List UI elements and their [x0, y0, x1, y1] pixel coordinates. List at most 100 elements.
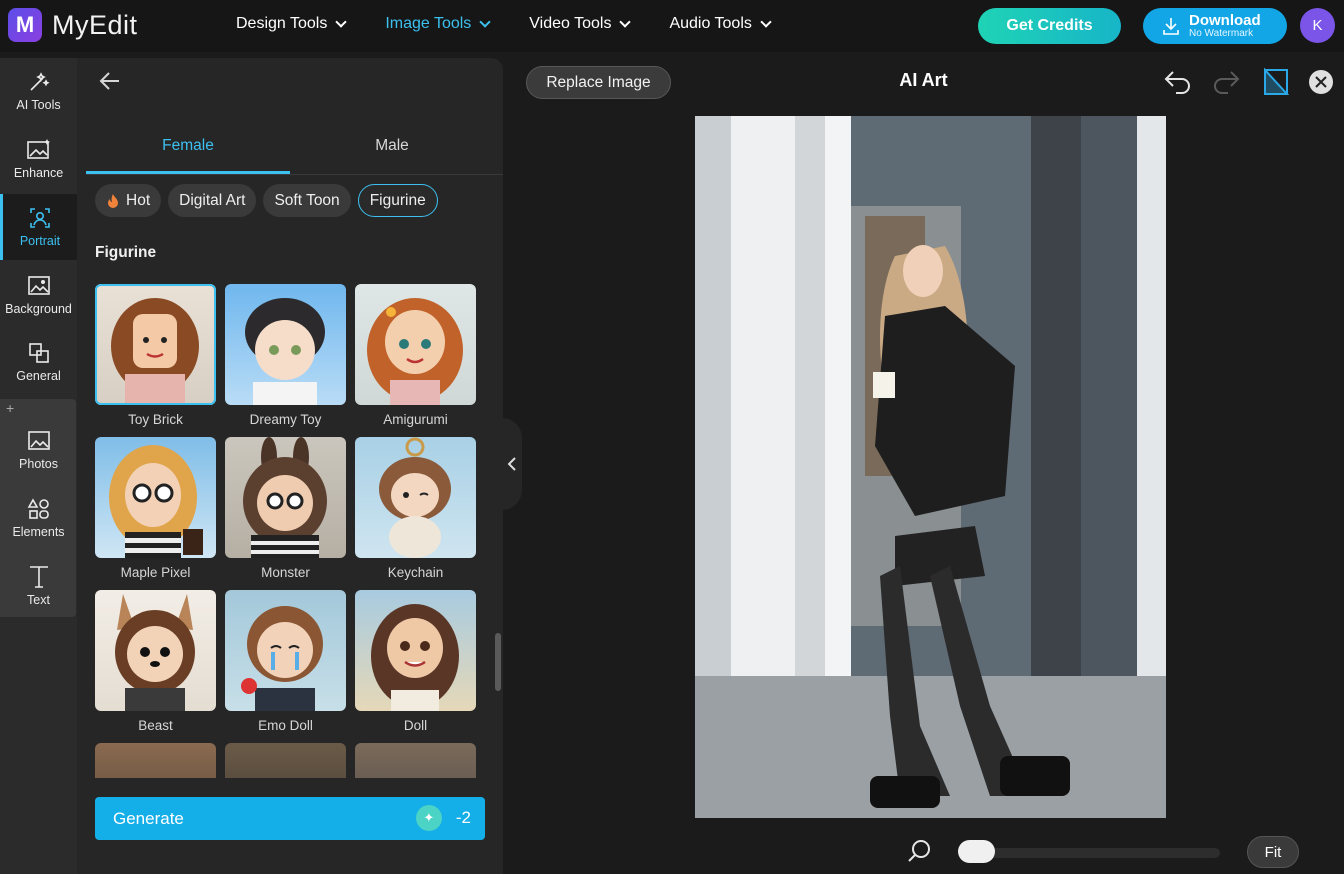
download-button[interactable]: Download No Watermark: [1143, 8, 1287, 44]
style-thumbnail: [95, 743, 216, 778]
style-card-toy-brick[interactable]: Toy Brick: [95, 284, 216, 427]
chip-soft-toon[interactable]: Soft Toon: [263, 184, 351, 217]
portrait-photo: [695, 116, 1166, 818]
get-credits-button[interactable]: Get Credits: [978, 8, 1121, 44]
section-title: Figurine: [95, 244, 157, 261]
undo-icon[interactable]: [1163, 68, 1193, 96]
rail-elements[interactable]: Elements: [0, 485, 77, 551]
nav-image-tools[interactable]: Image Tools: [385, 15, 491, 33]
elements-icon: [27, 498, 49, 519]
generate-label: Generate: [113, 808, 184, 828]
tab-female[interactable]: Female: [86, 130, 290, 174]
style-thumbnail: [225, 284, 346, 405]
rail-label: Portrait: [19, 234, 61, 248]
logo-icon: M: [8, 8, 42, 42]
user-avatar[interactable]: K: [1300, 8, 1335, 43]
compare-icon[interactable]: [1263, 68, 1289, 96]
style-card-partial[interactable]: [225, 743, 346, 778]
rail-label: Background: [5, 302, 72, 316]
style-thumbnail: [355, 590, 476, 711]
style-card-beast[interactable]: Beast: [95, 590, 216, 733]
nav-design-tools[interactable]: Design Tools: [236, 15, 347, 33]
panel-scrollbar[interactable]: [495, 633, 501, 691]
rail-background[interactable]: Background: [0, 262, 77, 328]
zoom-slider-track[interactable]: [958, 848, 1220, 858]
style-card-emo-doll[interactable]: Emo Doll: [225, 590, 346, 733]
style-panel: Female Male Hot Digital Art Soft Toon Fi…: [77, 58, 503, 874]
chevron-left-icon: [507, 457, 516, 471]
rail-label: Photos: [19, 457, 58, 471]
download-icon: [1163, 18, 1179, 35]
rail-label: Elements: [12, 525, 65, 539]
rail-portrait[interactable]: Portrait: [0, 194, 77, 260]
collapse-panel-button[interactable]: [502, 418, 522, 510]
maple-pixel-image: [109, 445, 203, 558]
style-label: Monster: [261, 565, 310, 580]
app-logo[interactable]: M MyEdit: [8, 8, 138, 42]
style-card-dreamy-toy[interactable]: Dreamy Toy: [225, 284, 346, 427]
chip-digital-art[interactable]: Digital Art: [168, 184, 257, 217]
style-thumbnail: [95, 437, 216, 558]
style-thumbnail: [355, 437, 476, 558]
zoom-search-icon[interactable]: [906, 838, 932, 864]
photos-icon: [27, 431, 50, 450]
rail-text[interactable]: Text: [0, 552, 77, 618]
canvas-image[interactable]: [695, 116, 1166, 818]
style-thumbnail: [95, 284, 216, 405]
style-card-keychain[interactable]: Keychain: [355, 437, 476, 580]
top-bar: M MyEdit Design Tools Image Tools Video …: [0, 0, 1344, 52]
close-button[interactable]: [1309, 70, 1333, 94]
style-label: Emo Doll: [258, 718, 313, 733]
style-card-partial[interactable]: [355, 743, 476, 778]
style-card-maple-pixel[interactable]: Maple Pixel: [95, 437, 216, 580]
category-chips: Hot Digital Art Soft Toon Figurine: [95, 184, 438, 217]
redo-icon[interactable]: [1211, 68, 1241, 96]
keychain-image: [379, 437, 451, 558]
rail-label: General: [16, 369, 61, 383]
style-card-partial[interactable]: [95, 743, 216, 778]
style-thumbnail: [355, 743, 476, 778]
style-card-monster[interactable]: Monster: [225, 437, 346, 580]
tab-male[interactable]: Male: [290, 130, 494, 174]
nav-audio-tools[interactable]: Audio Tools: [669, 15, 772, 33]
text-icon: [29, 566, 48, 588]
chevron-down-icon: [760, 15, 772, 28]
app-name: MyEdit: [52, 9, 138, 40]
chip-hot[interactable]: Hot: [95, 184, 162, 217]
beast-image: [115, 594, 195, 711]
nav-video-tools[interactable]: Video Tools: [529, 15, 632, 33]
chip-figurine[interactable]: Figurine: [357, 184, 438, 217]
style-thumbnail: [225, 590, 346, 711]
chevron-down-icon: [479, 15, 491, 28]
rail-ai-tools[interactable]: AI Tools: [0, 58, 77, 124]
fit-button[interactable]: Fit: [1247, 836, 1299, 868]
rail-label: Enhance: [13, 166, 64, 180]
credit-cost: -2: [455, 808, 471, 827]
style-thumbnail: [95, 590, 216, 711]
rail-photos[interactable]: Photos: [0, 417, 77, 483]
generate-cost: ✦ -2: [415, 805, 471, 831]
doll-image: [371, 604, 459, 711]
back-arrow-icon[interactable]: [99, 70, 121, 92]
style-card-doll[interactable]: Doll: [355, 590, 476, 733]
portrait-icon: [30, 208, 50, 228]
style-label: Dreamy Toy: [249, 412, 322, 427]
style-grid: Toy Brick Dreamy Toy Amigurumi Maple Pix…: [95, 284, 480, 778]
general-icon: [28, 343, 49, 363]
rail-enhance[interactable]: Enhance: [0, 126, 77, 192]
style-thumbnail: [225, 437, 346, 558]
emo-doll-image: [241, 606, 323, 711]
magic-wand-icon: [29, 72, 50, 91]
close-icon: [1315, 76, 1327, 88]
zoom-slider-knob[interactable]: [958, 840, 995, 863]
rail-label: Text: [27, 593, 50, 607]
enhance-image-icon: [26, 139, 50, 159]
canvas-toolbar: Replace Image AI Art: [503, 58, 1344, 108]
generate-button[interactable]: Generate ✦ -2: [95, 797, 485, 840]
style-card-amigurumi[interactable]: Amigurumi: [355, 284, 476, 427]
style-label: Maple Pixel: [120, 565, 191, 580]
credit-icon: ✦: [415, 805, 442, 831]
plus-icon[interactable]: +: [6, 400, 14, 416]
rail-general[interactable]: General: [0, 329, 77, 395]
style-label: Doll: [403, 718, 428, 733]
